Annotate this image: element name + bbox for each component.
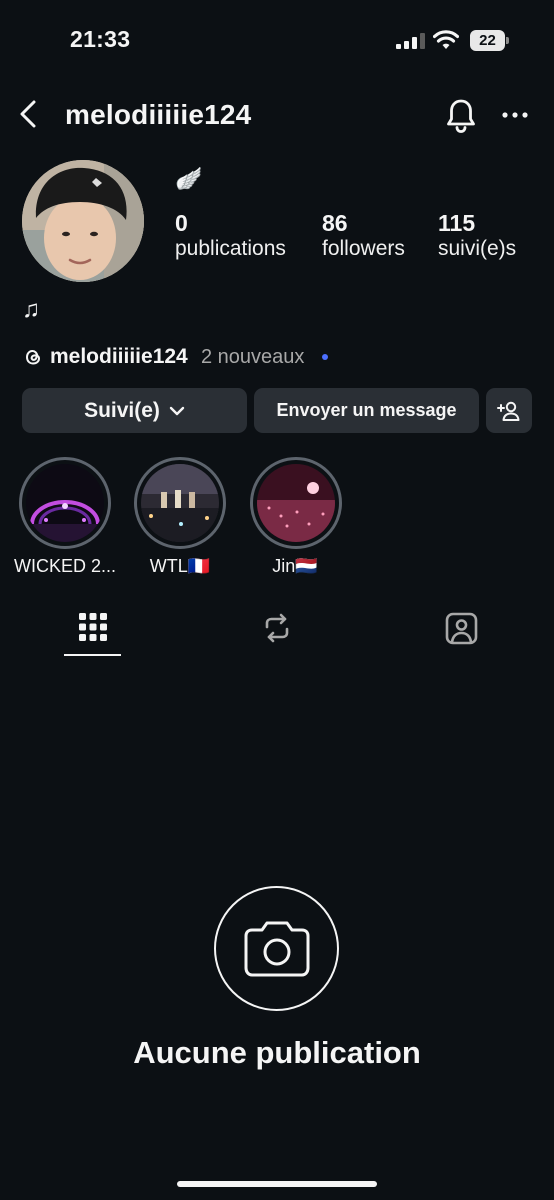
wifi-icon (433, 30, 459, 49)
bio-emoji: 🪽 (175, 166, 203, 191)
empty-state-title: Aucune publication (133, 1035, 421, 1070)
stat-value: 86 (322, 210, 348, 236)
following-button-label: Suivi(e) (84, 398, 160, 422)
highlight-ring (250, 457, 342, 549)
stat-label: suivi(e)s (438, 237, 517, 260)
send-message-label: Envoyer un message (276, 400, 457, 420)
stat-followers[interactable]: 86 followers (322, 210, 405, 261)
tab-reposts[interactable] (261, 612, 293, 644)
threads-icon[interactable] (22, 346, 44, 368)
profile-username: melodiiiiie124 (65, 99, 252, 130)
cellular-signal-icon (396, 33, 425, 49)
highlight-jin[interactable] (250, 457, 342, 549)
highlight-ring (19, 457, 111, 549)
suggest-users-button[interactable] (486, 388, 532, 433)
highlight-ring (134, 457, 226, 549)
highlight-label: Jin🇳🇱 (272, 556, 318, 576)
highlight-cover (141, 464, 219, 542)
active-tab-indicator (64, 654, 121, 656)
notification-bell-icon[interactable] (444, 97, 478, 133)
stat-label: publications (175, 237, 286, 260)
profile-avatar[interactable] (22, 160, 144, 282)
highlight-wtl[interactable] (134, 457, 226, 549)
stat-label: followers (322, 237, 405, 260)
more-options-icon[interactable] (500, 103, 530, 127)
battery-indicator: 22 (470, 30, 510, 51)
stat-publications: 0 publications (175, 210, 286, 261)
highlight-wicked[interactable] (19, 457, 111, 549)
tab-tagged[interactable] (445, 612, 478, 645)
empty-state-camera-circle (214, 886, 339, 1011)
back-arrow-icon[interactable] (14, 98, 44, 130)
highlight-cover (257, 464, 335, 542)
grid-icon (79, 613, 107, 641)
status-time: 21:33 (70, 26, 131, 52)
threads-username-link[interactable]: melodiiiiie124 (50, 345, 188, 369)
home-indicator[interactable] (177, 1181, 377, 1187)
new-indicator-dot (322, 354, 328, 360)
stat-value: 0 (175, 210, 188, 236)
tab-posts-grid[interactable] (78, 611, 108, 643)
camera-icon (244, 921, 309, 976)
add-person-icon (497, 401, 520, 421)
bio-music-note: ♫ (22, 296, 40, 323)
highlight-cover (26, 464, 104, 542)
following-button[interactable]: Suivi(e) (22, 388, 247, 433)
threads-new-count[interactable]: 2 nouveaux (201, 346, 304, 369)
highlight-label: WICKED 2... (13, 556, 116, 576)
chevron-down-icon (169, 406, 185, 415)
highlight-label: WTL🇫🇷 (149, 556, 211, 576)
battery-level: 22 (470, 30, 505, 51)
stat-following[interactable]: 115 suivi(e)s (438, 210, 516, 261)
send-message-button[interactable]: Envoyer un message (254, 388, 479, 433)
stat-value: 115 (438, 210, 476, 236)
